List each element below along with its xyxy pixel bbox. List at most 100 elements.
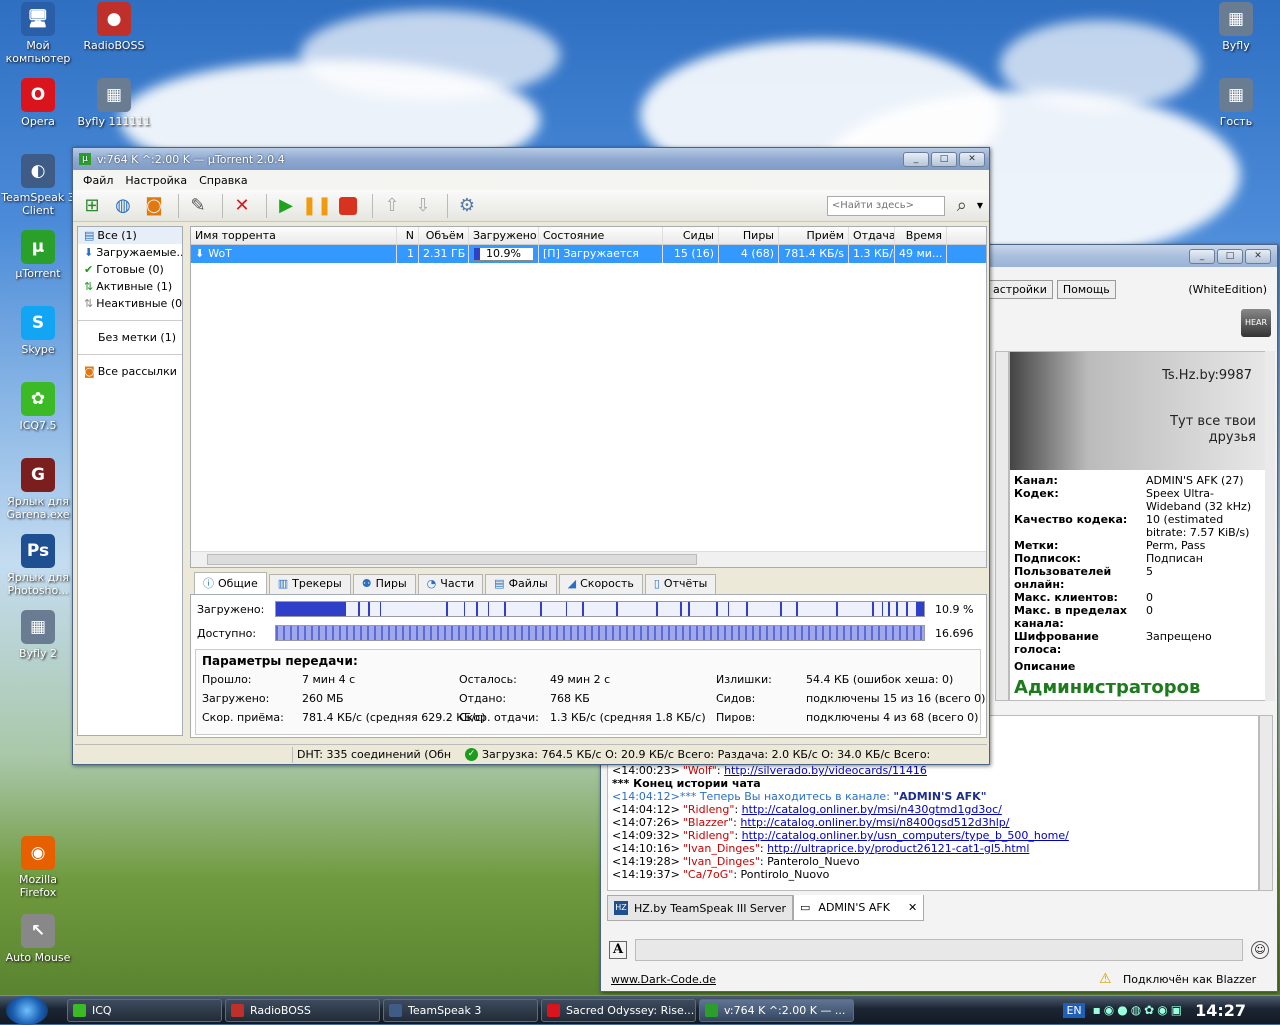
settings-button[interactable]: астройки [987,280,1053,299]
sidebar-item[interactable]: ▤ Все (1) [78,227,182,244]
info-row: Макс. клиентов: 0 [1014,591,1266,604]
scrollbar-thumb[interactable] [207,554,697,565]
help-button[interactable]: Помощь [1056,280,1116,299]
banner-line-2: Тут все твои [1170,414,1256,429]
detail-tab[interactable]: ▤ Файлы [485,574,557,594]
desktop-icon[interactable]: S Skype [0,306,76,356]
hear-icon[interactable]: HEAR [1241,309,1271,337]
search-icon[interactable]: ⌕ [949,193,975,219]
add-url-icon[interactable]: ◍ [110,193,136,219]
desktop-icon[interactable]: ▦ Гость [1198,78,1274,128]
info-label: Макс. в пределах канала: [1014,604,1128,630]
pause-icon[interactable]: ❚❚ [302,193,332,219]
sidebar-item[interactable]: ◙ Все рассылки [78,363,182,380]
emoji-icon[interactable]: ☺ [1251,941,1269,959]
stop-icon[interactable] [335,193,361,219]
chat-link[interactable]: http://ultraprice.by/product26121-cat1-g… [767,842,1029,855]
taskbar-item[interactable]: v:764 K ^:2.00 K — ... [699,998,854,1022]
availability-segment [773,626,775,640]
torrent-list[interactable]: Имя торрента N Объём Загружено Состояние Сиды… [190,226,987,568]
close-icon[interactable]: ✕ [959,151,985,167]
chat-input[interactable] [635,939,1243,961]
desktop-icon[interactable]: ✿ ICQ7.5 [0,382,76,432]
minimize-icon[interactable]: _ [1189,248,1215,264]
desktop-icon[interactable]: ◐ TeamSpeak 3 Client [0,154,76,217]
column-header[interactable]: Состояние [539,227,663,244]
column-header[interactable]: N [397,227,419,244]
desktop-icon[interactable]: ▦ Byfly 111111 [76,78,152,128]
detail-tab[interactable]: ◢ Скорость [558,574,643,594]
desktop-icon[interactable]: ◉ Mozilla Firefox [0,836,76,899]
desktop-icon[interactable]: ▦ Byfly [1198,2,1274,52]
desktop-icon[interactable]: O Opera [0,78,76,128]
column-header[interactable]: Отдача [849,227,895,244]
column-header[interactable]: Пиры [719,227,779,244]
column-header[interactable]: Приём [779,227,849,244]
maximize-icon[interactable]: □ [931,151,957,167]
desktop-icon[interactable]: ▦ Byfly 2 [0,610,76,660]
utorrent-window[interactable]: µ v:764 K ^:2.00 K — µTorrent 2.0.4 _ □ … [72,147,990,765]
sidebar-item[interactable]: ✔ Готовые (0) [78,261,182,278]
menu-item[interactable]: Настройка [119,174,193,187]
tab-server[interactable]: HZ HZ.by TeamSpeak III Server [607,895,794,921]
move-up-icon[interactable]: ⇧ [379,193,405,219]
remove-icon[interactable]: ✕ [229,193,255,219]
column-header[interactable]: Объём [419,227,469,244]
sidebar-item[interactable]: ⇅ Неактивные (0) [78,295,182,312]
add-torrent-icon[interactable]: ⊞ [79,193,105,219]
desktop-icon[interactable]: Ps Ярлык для Photosho... [0,534,76,597]
chat-link[interactable]: http://catalog.onliner.by/usn_computers/… [742,829,1069,842]
taskbar-item[interactable]: RadioBOSS [225,998,380,1022]
horizontal-scrollbar[interactable] [191,551,986,567]
utorrent-titlebar[interactable]: µ v:764 K ^:2.00 K — µTorrent 2.0.4 _ □ … [73,148,989,170]
detail-tab[interactable]: ⓘ Общие [194,572,267,594]
detail-tab[interactable]: ▯ Отчёты [644,574,717,594]
info-scrollbar[interactable] [1265,351,1275,701]
taskbar-item[interactable]: Sacred Odyssey: Rise... [541,998,696,1022]
taskbar-item[interactable]: ICQ [67,998,222,1022]
column-header[interactable]: Загружено [469,227,539,244]
category-icon: ⇅ [84,280,94,293]
column-header[interactable]: Сиды [663,227,719,244]
rss-add-icon[interactable]: ◙ [141,193,167,219]
footer-link[interactable]: www.Dark-Code.de [611,973,716,986]
channel-tree-scrollbar[interactable] [995,351,1009,701]
start-icon[interactable]: ▶ [273,193,299,219]
desktop-icon[interactable]: ↖ Auto Mouse [0,914,76,964]
desktop-icon[interactable]: 🖥 Мой компьютер [0,2,76,65]
search-dropdown-icon[interactable]: ▼ [977,201,983,210]
start-button[interactable] [6,995,48,1025]
chat-link[interactable]: http://silverado.by/videocards/11416 [724,764,927,777]
detail-tab[interactable]: ▥ Трекеры [268,574,351,594]
move-down-icon[interactable]: ⇩ [410,193,436,219]
chat-scrollbar[interactable] [1259,715,1273,891]
desktop-icon[interactable]: µ µTorrent [0,230,76,280]
tab-channel[interactable]: ▭ ADMIN'S AFK ✕ [793,895,925,921]
search-input[interactable] [826,195,945,216]
taskbar-item[interactable]: TeamSpeak 3 [383,998,538,1022]
torrent-row[interactable]: ⬇ WoT 1 2.31 ГБ 10.9% [П] Загружается 15 (16) 4… [191,245,986,263]
chat-link[interactable]: http://catalog.onliner.by/msi/n8400gsd51… [740,816,1009,829]
desktop-icon[interactable]: G Ярлык для Garena.exe [0,458,76,521]
preferences-icon[interactable]: ⚙ [454,193,480,219]
close-tab-icon[interactable]: ✕ [908,901,917,914]
sidebar-item[interactable]: ⬇ Загружаемые... [78,244,182,261]
menu-item[interactable]: Справка [193,174,253,187]
chat-link[interactable]: http://catalog.onliner.by/msi/n430gtmd1g… [742,803,1002,816]
close-icon[interactable]: ✕ [1245,248,1271,264]
tray-icons[interactable]: ▪◉●◍✿◉▣ [1093,1003,1185,1017]
sidebar-item[interactable]: ⇅ Активные (1) [78,278,182,295]
language-indicator[interactable]: EN [1063,1002,1085,1018]
chat-line: <14:04:12>*** Теперь Вы находитесь в кан… [612,790,1254,803]
font-button[interactable]: A [609,941,627,959]
detail-tab[interactable]: ⚉ Пиры [352,574,416,594]
menu-item[interactable]: Файл [77,174,119,187]
maximize-icon[interactable]: □ [1217,248,1243,264]
detail-tab[interactable]: ◔ Части [417,574,484,594]
desktop-icon[interactable]: ● RadioBOSS [76,2,152,52]
minimize-icon[interactable]: _ [903,151,929,167]
column-header[interactable]: Имя торрента [191,227,397,244]
create-torrent-icon[interactable]: ✎ [185,193,211,219]
column-header[interactable]: Время [895,227,947,244]
sidebar-item[interactable]: Без метки (1) [78,329,182,346]
